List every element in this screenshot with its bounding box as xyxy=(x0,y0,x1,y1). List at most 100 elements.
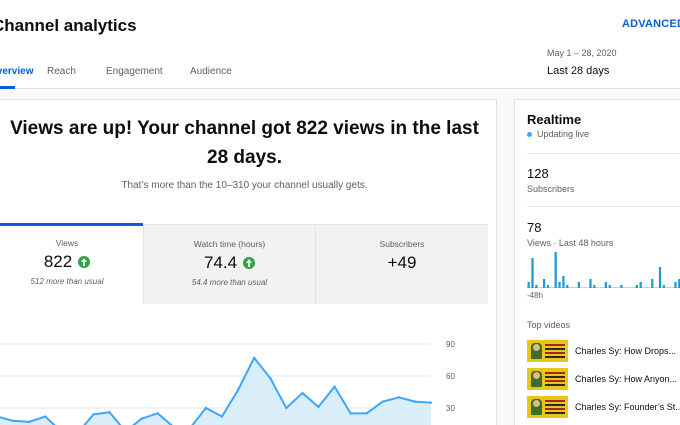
metric-comparison: 54.4 more than usual xyxy=(191,278,268,287)
realtime-axis-start: -48h xyxy=(527,291,544,300)
top-video-item[interactable]: Charles Sy: How Drops... xyxy=(527,340,680,362)
views-chart-svg: 0306090 xyxy=(0,340,455,425)
y-tick-label: 30 xyxy=(446,404,455,413)
tab-audience[interactable]: Audience xyxy=(190,66,232,77)
trend-up-icon xyxy=(243,257,256,269)
page-title: Channel analytics xyxy=(0,16,137,35)
overview-headline: Views are up! Your channel got 822 views… xyxy=(10,118,479,168)
realtime-views-label: Views · Last 48 hours xyxy=(527,238,614,248)
realtime-bar[interactable] xyxy=(589,279,592,288)
views-point[interactable] xyxy=(204,406,208,410)
realtime-subscribers-label: Subscribers xyxy=(527,184,575,194)
divider xyxy=(527,153,680,154)
realtime-bar[interactable] xyxy=(566,285,569,288)
header: Channel analytics ADVANCED MODE Overview… xyxy=(0,0,680,89)
video-thumbnail xyxy=(527,340,568,362)
views-point[interactable] xyxy=(27,420,31,424)
realtime-bar[interactable] xyxy=(604,282,608,288)
metric-card-watch-time[interactable]: Watch time (hours) 74.4 54.4 more than u… xyxy=(143,225,315,304)
realtime-subscribers-value: 128 xyxy=(527,166,549,181)
realtime-bar[interactable] xyxy=(562,276,565,288)
views-area-fill xyxy=(0,357,431,425)
realtime-views-value: 78 xyxy=(527,220,542,235)
advanced-mode-button[interactable]: ADVANCED MODE xyxy=(622,18,680,30)
views-point[interactable] xyxy=(92,413,95,416)
views-point[interactable] xyxy=(11,419,15,422)
date-range-label[interactable]: Last 28 days xyxy=(547,65,609,77)
realtime-bar[interactable] xyxy=(620,285,623,288)
top-video-item[interactable]: Charles Sy: Founder’s St... xyxy=(527,396,680,418)
metric-label: Views xyxy=(55,238,79,248)
active-tab-indicator xyxy=(0,86,15,89)
views-point[interactable] xyxy=(108,411,111,414)
realtime-status: Updating live xyxy=(527,129,589,139)
analytics-page: Channel analytics ADVANCED MODE Overview… xyxy=(0,0,680,425)
realtime-bar[interactable] xyxy=(674,282,677,288)
realtime-bar[interactable] xyxy=(577,282,580,288)
tab-reach[interactable]: Reach xyxy=(47,66,76,77)
metric-card-views[interactable]: Views 822 512 more than usual xyxy=(0,223,143,304)
realtime-bar[interactable] xyxy=(542,279,546,288)
realtime-bar[interactable] xyxy=(535,285,538,288)
metric-label: Watch time (hours) xyxy=(193,239,266,249)
realtime-bar[interactable] xyxy=(651,279,654,288)
top-video-item[interactable]: Charles Sy: How Anyon... xyxy=(527,368,680,390)
trend-up-icon xyxy=(78,256,91,268)
divider xyxy=(527,206,680,207)
video-thumbnail xyxy=(527,368,568,390)
views-point[interactable] xyxy=(156,412,159,415)
y-tick-label: 90 xyxy=(446,340,455,349)
metric-value: 74.4 xyxy=(203,253,238,272)
live-dot-icon xyxy=(527,131,532,137)
realtime-bar-chart[interactable] xyxy=(527,250,680,288)
realtime-bar[interactable] xyxy=(635,285,638,288)
tab-engagement[interactable]: Engagement xyxy=(106,66,163,77)
realtime-bar[interactable] xyxy=(608,285,611,288)
views-point[interactable] xyxy=(381,400,384,403)
overview-card: Views are up! Your channel got 822 views… xyxy=(0,99,497,425)
realtime-bar[interactable] xyxy=(527,282,530,288)
metric-label: Subscribers xyxy=(379,239,425,249)
views-point[interactable] xyxy=(301,391,304,395)
date-range-picker[interactable]: May 1 – 28, 2020 xyxy=(547,48,617,58)
views-point[interactable] xyxy=(317,405,320,409)
views-point[interactable] xyxy=(285,406,288,410)
views-point[interactable] xyxy=(269,376,272,380)
realtime-bar[interactable] xyxy=(593,285,596,288)
realtime-card: Realtime Updating live 128 Subscribers 7… xyxy=(514,99,680,425)
views-point[interactable] xyxy=(252,356,256,360)
metric-tabs: Views 822 512 more than usual Watch time… xyxy=(0,223,488,304)
views-point[interactable] xyxy=(236,388,240,392)
views-point[interactable] xyxy=(220,415,224,418)
views-point[interactable] xyxy=(44,415,47,418)
video-title: Charles Sy: How Anyon... xyxy=(575,374,678,384)
top-videos-label: Top videos xyxy=(527,320,571,330)
tab-overview[interactable]: Overview xyxy=(0,66,33,77)
metric-value: +49 xyxy=(387,253,417,272)
realtime-bar[interactable] xyxy=(662,285,665,288)
realtime-bar[interactable] xyxy=(639,282,642,288)
views-point[interactable] xyxy=(365,412,368,415)
realtime-bar[interactable] xyxy=(531,258,534,288)
views-point[interactable] xyxy=(333,385,336,388)
y-tick-label: 60 xyxy=(446,372,455,381)
views-point[interactable] xyxy=(429,401,433,404)
overview-subtext: That’s more than the 10–310 your channel… xyxy=(121,180,368,191)
realtime-bar[interactable] xyxy=(558,282,561,288)
realtime-bar[interactable] xyxy=(658,267,662,288)
views-point[interactable] xyxy=(413,400,417,403)
views-chart[interactable]: 0306090 xyxy=(0,326,488,425)
views-point[interactable] xyxy=(140,417,143,420)
metric-comparison: 512 more than usual xyxy=(30,277,104,286)
realtime-status-label: Updating live xyxy=(537,129,590,139)
metric-card-subscribers[interactable]: Subscribers +49 xyxy=(315,225,488,304)
realtime-bar[interactable] xyxy=(554,252,557,288)
metric-value: 822 xyxy=(43,252,73,271)
views-point[interactable] xyxy=(349,412,352,415)
views-point[interactable] xyxy=(397,396,401,399)
video-title: Charles Sy: How Drops... xyxy=(575,346,677,356)
video-title: Charles Sy: Founder’s St... xyxy=(575,402,680,412)
realtime-title: Realtime xyxy=(527,112,582,127)
video-thumbnail xyxy=(527,396,568,418)
realtime-bar[interactable] xyxy=(546,285,550,288)
